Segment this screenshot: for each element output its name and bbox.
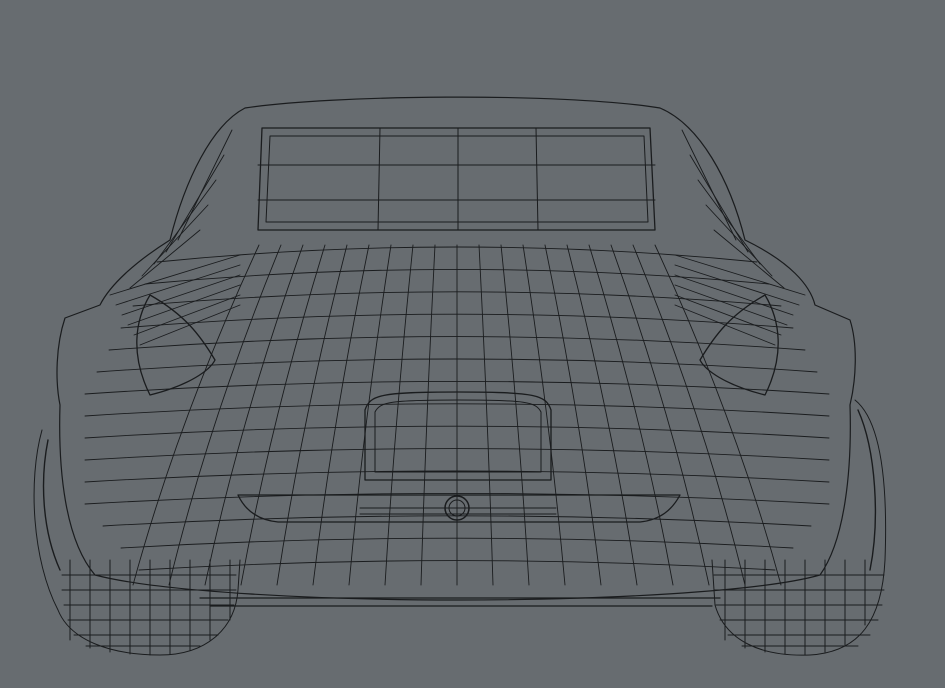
car-wireframe-render: [0, 0, 945, 688]
3d-viewport[interactable]: [0, 0, 945, 688]
